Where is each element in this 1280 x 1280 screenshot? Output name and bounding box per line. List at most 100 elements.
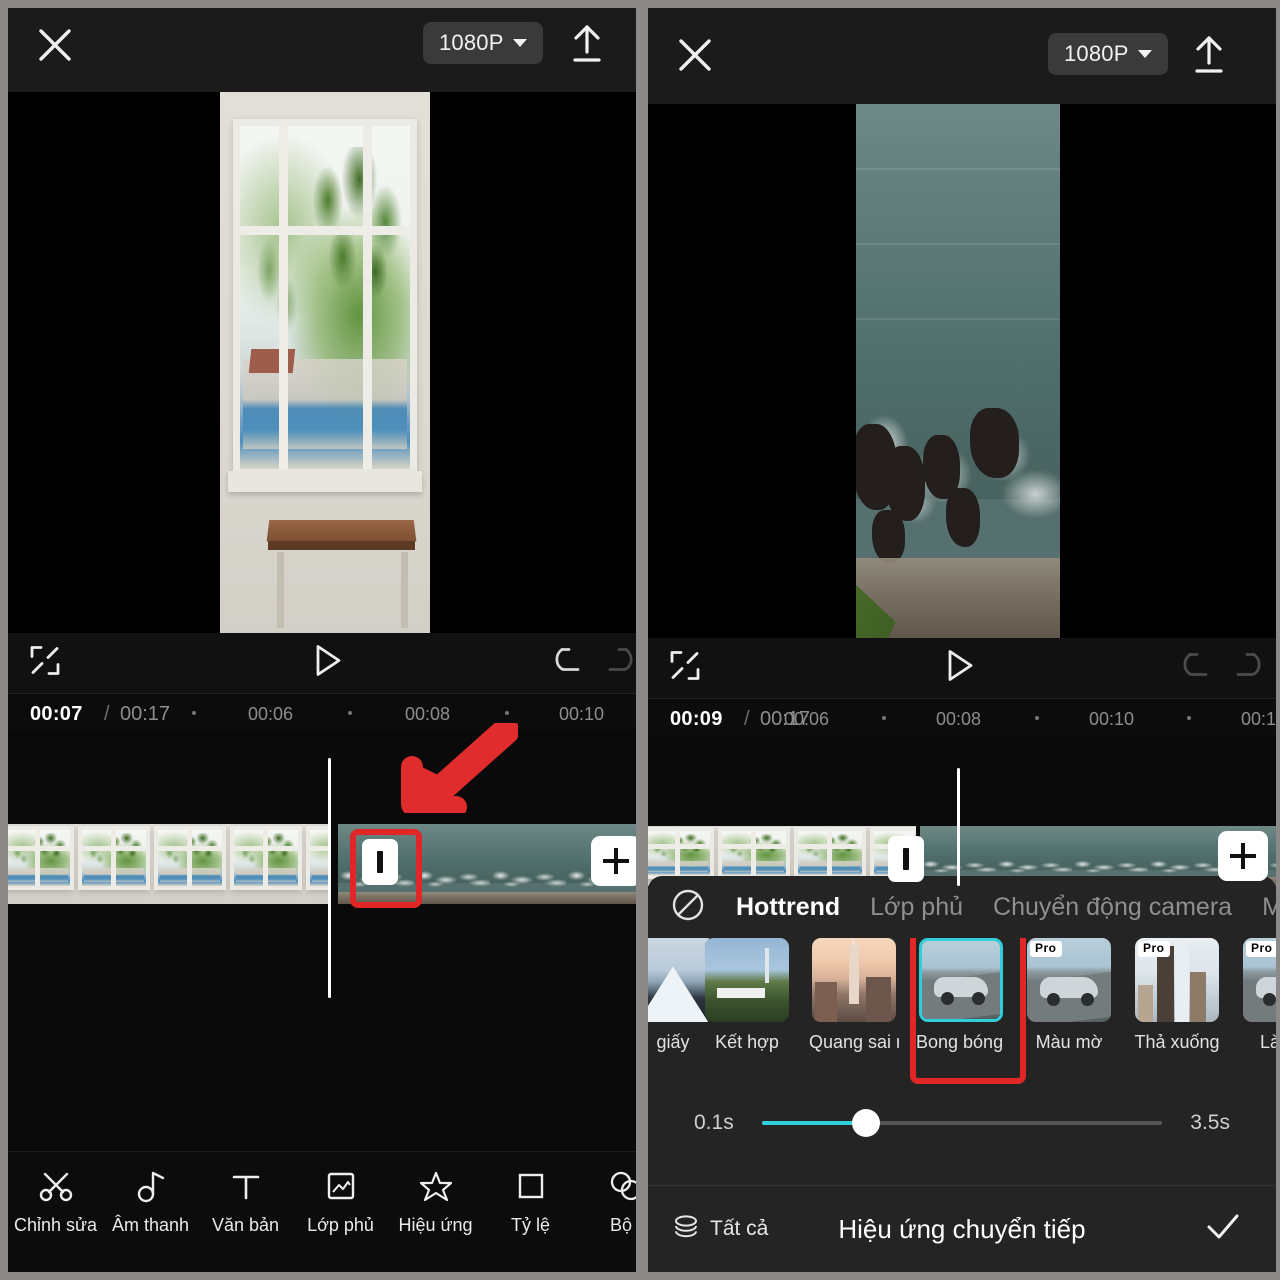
right-timeline[interactable]	[648, 736, 1276, 886]
left-timeline[interactable]	[8, 731, 636, 1161]
right-timeline-ruler[interactable]: 00:09 / 00:17 00:06 00:08 00:10 00:12	[648, 698, 1276, 737]
chevron-down-icon	[513, 39, 527, 47]
tab-chuyen-dong-camera[interactable]: Chuyển động camera	[993, 893, 1232, 922]
pro-badge: Pro	[1246, 941, 1276, 957]
tool-label: Hiệu ứng	[398, 1215, 472, 1236]
timeline-clip-classroom[interactable]	[8, 824, 330, 904]
right-video-preview[interactable]	[648, 104, 1276, 638]
effect-label: Thả xuống	[1134, 1032, 1219, 1053]
right-phone-panel: 1080P	[648, 8, 1276, 1272]
filter-icon	[609, 1168, 637, 1204]
left-phone-panel: 1080P	[8, 8, 636, 1272]
current-time: 00:07	[30, 703, 83, 726]
ruler-tick-label: 00:06	[784, 709, 829, 730]
resolution-label: 1080P	[1064, 41, 1129, 67]
left-bottom-toolbar: Chỉnh sửa Âm thanh Văn bản	[8, 1151, 636, 1272]
plus-icon[interactable]	[1218, 831, 1268, 881]
plus-icon[interactable]	[591, 836, 636, 886]
undo-icon[interactable]	[1181, 651, 1215, 686]
tool-lop-phu[interactable]: Lớp phủ	[293, 1168, 388, 1236]
tab-lop-phu[interactable]: Lớp phủ	[870, 893, 963, 922]
effect-thumbnail	[919, 938, 1003, 1022]
upload-icon[interactable]	[566, 22, 608, 66]
ruler-tick-label: 00:06	[248, 704, 293, 725]
tool-chinh-sua[interactable]: Chỉnh sửa	[8, 1168, 103, 1236]
tool-van-ban[interactable]: Văn bản	[198, 1168, 293, 1236]
text-t-icon	[230, 1168, 262, 1204]
effect-item-mau-mo[interactable]: Pro Màu mờ	[1026, 938, 1112, 1053]
effect-item-bong-bong-m[interactable]: Bong bóng m	[918, 938, 1004, 1053]
overlay-image-icon	[325, 1168, 357, 1204]
effect-category-tabs: Hottrend Lớp phủ Chuyển động camera Mờ	[648, 876, 1276, 938]
current-time: 00:09	[670, 708, 723, 731]
timeline-playhead[interactable]	[957, 768, 960, 886]
preview-video-ocean	[856, 104, 1060, 638]
chevron-down-icon	[1138, 50, 1152, 58]
effect-item-lam-n[interactable]: Pro Làm n	[1242, 938, 1276, 1053]
left-timeline-ruler[interactable]: 00:07 / 00:17 00:06 00:08 00:10	[8, 693, 636, 732]
ruler-tick-dot	[348, 711, 352, 715]
transition-icon[interactable]	[888, 836, 924, 882]
total-time: 00:17	[120, 703, 170, 726]
tool-am-thanh[interactable]: Âm thanh	[103, 1168, 198, 1236]
left-video-preview[interactable]	[8, 92, 636, 633]
effect-thumbnail	[812, 938, 896, 1022]
tool-label: Lớp phủ	[307, 1215, 374, 1236]
left-topbar: 1080P	[8, 8, 636, 92]
pro-badge: Pro	[1138, 941, 1170, 957]
tool-bo-loc[interactable]: Bộ l	[578, 1168, 636, 1236]
undo-icon[interactable]	[553, 646, 587, 681]
ruler-tick-label: 00:08	[405, 704, 450, 725]
effect-label: Kết hợp	[715, 1032, 779, 1053]
ruler-tick-dot	[505, 711, 509, 715]
effect-label: Bong bóng m	[916, 1032, 1006, 1053]
effect-item-ket-hop[interactable]: Kết hợp	[704, 938, 790, 1053]
duration-slider-track[interactable]	[762, 1121, 1163, 1125]
preview-video-classroom	[220, 92, 430, 633]
effect-thumbnail	[705, 938, 789, 1022]
upload-icon[interactable]	[1188, 33, 1230, 77]
tool-label: Chỉnh sửa	[14, 1215, 97, 1236]
effect-item-tha-xuong[interactable]: Pro Thả xuống	[1134, 938, 1220, 1053]
tool-ty-le[interactable]: Tỷ lệ	[483, 1168, 578, 1236]
effect-label: Màu mờ	[1036, 1032, 1103, 1053]
transition-icon[interactable]	[362, 839, 398, 885]
check-icon[interactable]	[1204, 1210, 1242, 1249]
fullscreen-icon[interactable]	[668, 649, 702, 688]
no-effect-icon[interactable]	[670, 887, 706, 928]
left-controls-row	[8, 633, 636, 693]
screenshot-root: 1080P	[0, 0, 1280, 1280]
tab-hottrend[interactable]: Hottrend	[736, 893, 840, 922]
ruler-tick-dot	[1187, 716, 1191, 720]
transition-effects-sheet: Hottrend Lớp phủ Chuyển động camera Mờ g…	[648, 876, 1276, 1272]
timeline-playhead[interactable]	[328, 758, 331, 998]
square-ratio-icon	[516, 1168, 546, 1204]
resolution-selector[interactable]: 1080P	[1048, 33, 1168, 75]
play-icon[interactable]	[945, 649, 975, 688]
tool-label: Tỷ lệ	[511, 1215, 550, 1236]
effect-label: Quang sai m	[809, 1032, 899, 1053]
tool-hieu-ung[interactable]: Hiệu ứng	[388, 1168, 483, 1236]
duration-slider-row[interactable]: 0.1s 3.5s	[648, 1094, 1276, 1152]
sheet-footer: Tất cả Hiệu ứng chuyển tiếp	[648, 1185, 1276, 1272]
tab-mo[interactable]: Mờ	[1262, 893, 1276, 922]
effect-thumbnail: Pro	[1243, 938, 1276, 1022]
fullscreen-icon[interactable]	[28, 644, 62, 683]
redo-icon[interactable]	[1229, 651, 1263, 686]
right-controls-row	[648, 638, 1276, 698]
time-separator: /	[744, 708, 750, 731]
tool-label: Văn bản	[212, 1215, 279, 1236]
resolution-selector[interactable]: 1080P	[423, 22, 543, 64]
close-icon[interactable]	[674, 34, 716, 76]
effect-thumbnail: Pro	[1135, 938, 1219, 1022]
slider-knob[interactable]	[852, 1109, 880, 1137]
ruler-tick-label: 00:12	[1241, 709, 1276, 730]
close-icon[interactable]	[34, 24, 76, 66]
effects-list[interactable]: giấy Kết hợp Quang sai m	[648, 938, 1276, 1088]
time-separator: /	[104, 703, 110, 726]
ruler-tick-label: 00:08	[936, 709, 981, 730]
ruler-tick-dot	[1035, 716, 1039, 720]
play-icon[interactable]	[313, 644, 343, 683]
effect-item-quang-sai-m[interactable]: Quang sai m	[811, 938, 897, 1053]
redo-icon[interactable]	[601, 646, 635, 681]
